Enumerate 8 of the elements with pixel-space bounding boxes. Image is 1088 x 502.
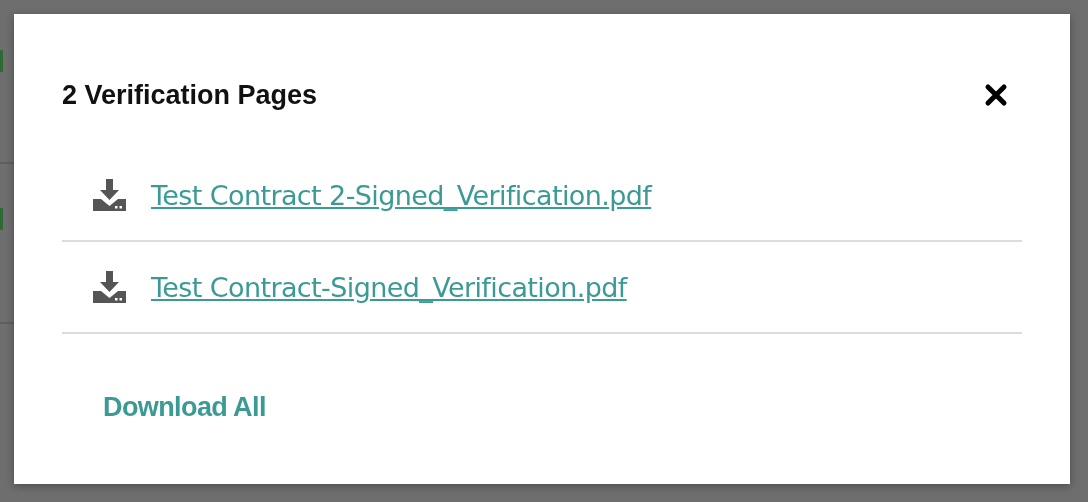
download-icon[interactable] bbox=[93, 179, 126, 211]
close-icon bbox=[984, 83, 1008, 107]
close-button[interactable] bbox=[984, 83, 1008, 107]
download-all-link[interactable]: Download All bbox=[103, 392, 266, 423]
download-icon[interactable] bbox=[93, 271, 126, 303]
file-link[interactable]: Test Contract-Signed_Verification.pdf bbox=[151, 271, 627, 303]
file-link[interactable]: Test Contract 2-Signed_Verification.pdf bbox=[151, 179, 652, 211]
dialog-title: 2 Verification Pages bbox=[62, 79, 318, 111]
